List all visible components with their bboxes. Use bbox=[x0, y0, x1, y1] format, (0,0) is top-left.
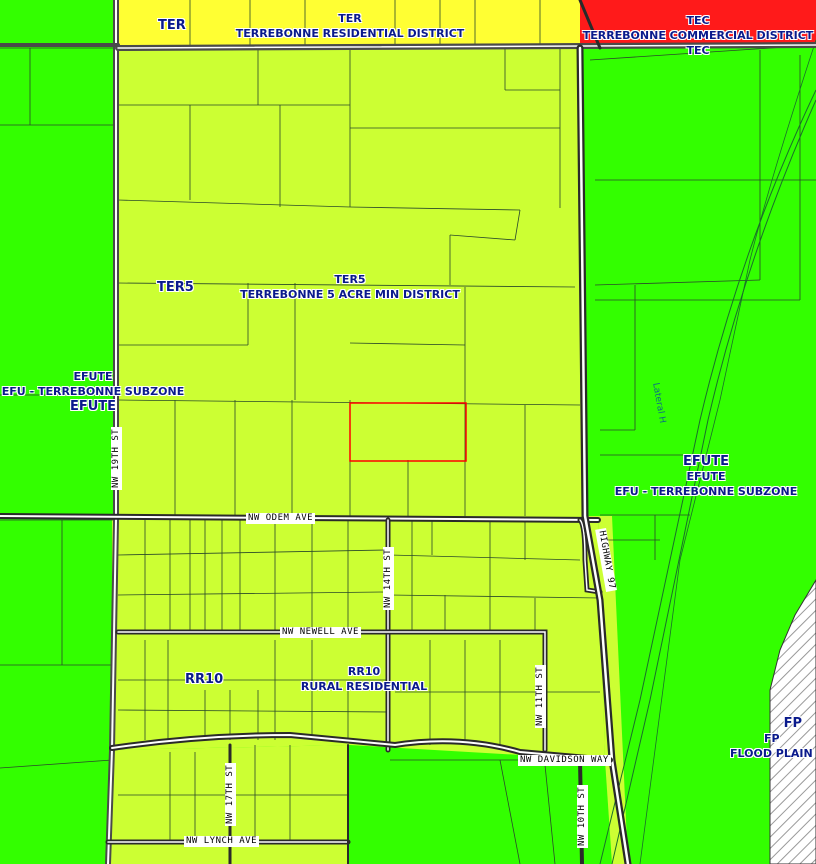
road-label-nw-11th: NW 11TH ST bbox=[535, 664, 546, 728]
tec-label-block: TEC TERREBONNE COMMERCIAL DISTRICT TEC bbox=[580, 13, 816, 58]
rr10-zone[interactable] bbox=[112, 516, 605, 760]
road-label-nw-newell: NW NEWELL AVE bbox=[280, 627, 361, 638]
road-label-nw-odem: NW ODEM AVE bbox=[246, 513, 316, 524]
fp-code-label: FP bbox=[783, 716, 802, 731]
efute-east-label-block: EFUTE EFUTE EFU - TERREBONNE SUBZONE bbox=[612, 454, 800, 499]
tec-code-label: TEC bbox=[686, 14, 710, 27]
ter5-label-block: TER5 TERREBONNE 5 ACRE MIN DISTRICT bbox=[232, 272, 468, 302]
efute-west-code-label: EFUTE bbox=[73, 370, 113, 383]
efute-west-code-label-2: EFUTE bbox=[69, 399, 117, 414]
zoning-map[interactable]: TER TER TERREBONNE RESIDENTIAL DISTRICT … bbox=[0, 0, 816, 864]
fp-label-block: FP FP FLOOD PLAIN bbox=[728, 716, 816, 761]
ter-name-label: TERREBONNE RESIDENTIAL DISTRICT bbox=[235, 27, 465, 40]
road-label-nw-14th: NW 14TH ST bbox=[383, 546, 394, 610]
fp-name-label: FLOOD PLAIN bbox=[730, 747, 813, 760]
efute-east-code-label-2: EFUTE bbox=[686, 470, 726, 483]
rr10-name-label: RURAL RESIDENTIAL bbox=[300, 680, 428, 693]
ter5-code-label-2: TER5 bbox=[334, 273, 366, 286]
road-label-nw-19th: NW 19TH ST bbox=[111, 426, 122, 490]
ter5-name-label: TERREBONNE 5 ACRE MIN DISTRICT bbox=[240, 288, 460, 301]
road-label-nw-17th: NW 17TH ST bbox=[225, 762, 236, 826]
efute-east-code-label: EFUTE bbox=[682, 454, 730, 469]
map-canvas bbox=[0, 0, 816, 864]
rr10-label-block: RR10 RURAL RESIDENTIAL bbox=[296, 664, 432, 694]
ter-code-label-2: TER bbox=[338, 12, 362, 25]
efute-west-name-label: EFU - TERREBONNE SUBZONE bbox=[1, 385, 185, 398]
efute-east-name-label: EFU - TERREBONNE SUBZONE bbox=[614, 485, 798, 498]
road-label-nw-10th: NW 10TH ST bbox=[577, 784, 588, 848]
road-label-nw-lynch: NW LYNCH AVE bbox=[184, 836, 260, 847]
ter-label-block: TER TERREBONNE RESIDENTIAL DISTRICT bbox=[230, 11, 470, 41]
ter-code-label: TER bbox=[158, 18, 186, 33]
ter5-code-label: TER5 bbox=[157, 280, 194, 295]
efute-west-label-block: EFUTE EFU - TERREBONNE SUBZONE EFUTE bbox=[0, 369, 186, 414]
tec-name-label: TERREBONNE COMMERCIAL DISTRICT bbox=[582, 29, 814, 42]
rr10-code-label-2: RR10 bbox=[347, 665, 381, 678]
tec-code-label-2: TEC bbox=[686, 44, 710, 57]
fp-code-label-2: FP bbox=[764, 732, 780, 745]
road-label-nw-davidson: NW DAVIDSON WAY bbox=[518, 755, 611, 766]
rr10-code-label: RR10 bbox=[185, 672, 224, 687]
